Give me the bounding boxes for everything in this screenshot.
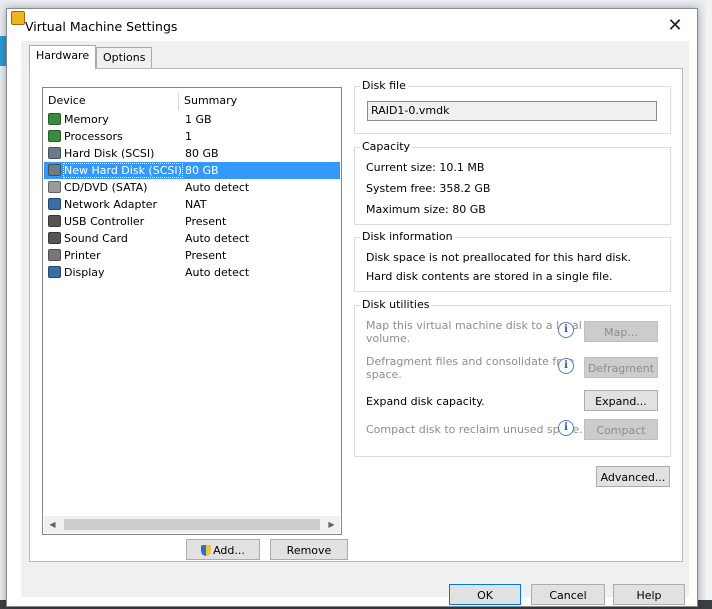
network-adapter-icon	[48, 198, 61, 210]
hard-disk-icon	[48, 164, 61, 176]
device-row[interactable]: Memory 1 GB	[44, 111, 340, 128]
system-free-text: System free: 358.2 GB	[366, 182, 491, 195]
compact-info-icon[interactable]: i	[558, 420, 574, 436]
device-name: Network Adapter	[64, 198, 158, 211]
tab-hardware[interactable]: Hardware	[29, 45, 97, 69]
advanced-button[interactable]: Advanced...	[596, 466, 670, 487]
disk-file-group: Disk file RAID1-0.vmdk	[354, 79, 671, 134]
horizontal-scrollbar[interactable]: ◀ ▶	[44, 516, 340, 533]
scroll-left-icon[interactable]: ◀	[44, 516, 61, 533]
device-summary: Present	[185, 249, 227, 262]
dialog-title: Virtual Machine Settings	[25, 19, 178, 34]
device-row[interactable]: New Hard Disk (SCSI) 80 GB	[44, 162, 340, 179]
device-row[interactable]: CD/DVD (SATA) Auto detect	[44, 179, 340, 196]
device-name: Memory	[64, 113, 109, 126]
device-summary: 1 GB	[185, 113, 212, 126]
device-row[interactable]: Printer Present	[44, 247, 340, 264]
column-header-device[interactable]: Device	[48, 94, 86, 107]
disk-utilities-label: Disk utilities	[360, 298, 432, 311]
memory-icon	[48, 113, 61, 125]
maximum-size-text: Maximum size: 80 GB	[366, 203, 486, 216]
device-name: Processors	[64, 130, 123, 143]
map-info-icon[interactable]: i	[558, 322, 574, 338]
device-summary: 80 GB	[185, 164, 219, 177]
device-summary: Auto detect	[185, 266, 250, 279]
device-name: CD/DVD (SATA)	[64, 181, 148, 194]
defragment-description-line-1: Defragment files and consolidate free	[366, 355, 575, 368]
disk-info-line-1: Disk space is not preallocated for this …	[366, 251, 631, 264]
compact-description: Compact disk to reclaim unused space.	[366, 423, 583, 436]
defragment-button[interactable]: Defragment	[584, 357, 658, 378]
device-summary: Auto detect	[185, 232, 250, 245]
title-bar[interactable]: Virtual Machine Settings ✕	[7, 9, 697, 43]
disk-information-group: Disk information Disk space is not preal…	[354, 230, 671, 292]
dialog-client-area: Hardware Options Device Summary Memory 1 …	[21, 41, 689, 605]
processor-icon	[48, 130, 61, 142]
device-row[interactable]: Hard Disk (SCSI) 80 GB	[44, 145, 340, 162]
scroll-right-icon[interactable]: ▶	[323, 516, 340, 533]
map-button[interactable]: Map...	[584, 321, 658, 342]
hard-disk-icon	[48, 147, 61, 159]
hardware-tab-panel: Device Summary Memory 1 GB Processors 1 Hard…	[29, 68, 683, 562]
capacity-group: Capacity Current size: 10.1 MB System fr…	[354, 140, 671, 225]
device-summary: NAT	[185, 198, 207, 211]
scrollbar-thumb[interactable]	[64, 519, 320, 530]
disk-information-label: Disk information	[360, 230, 455, 243]
device-row[interactable]: Display Auto detect	[44, 264, 340, 281]
ok-button[interactable]: OK	[449, 584, 521, 605]
display-icon	[48, 266, 61, 278]
device-summary: 1	[185, 130, 192, 143]
vm-settings-dialog: Virtual Machine Settings ✕ Hardware Opti…	[6, 8, 698, 607]
device-summary: 80 GB	[185, 147, 219, 160]
device-list[interactable]: Device Summary Memory 1 GB Processors 1 Hard…	[42, 87, 342, 535]
disk-file-field[interactable]: RAID1-0.vmdk	[367, 101, 657, 121]
disk-info-line-2: Hard disk contents are stored in a singl…	[366, 270, 613, 283]
map-description-line-2: volume.	[366, 332, 411, 345]
disk-file-label: Disk file	[360, 79, 408, 92]
help-button[interactable]: Help	[613, 584, 685, 605]
vmware-app-icon	[11, 11, 25, 25]
expand-button[interactable]: Expand...	[584, 390, 658, 411]
cd-dvd-icon	[48, 181, 61, 193]
capacity-label: Capacity	[360, 140, 413, 153]
current-size-text: Current size: 10.1 MB	[366, 161, 485, 174]
disk-utilities-group: Disk utilities Map this virtual machine …	[354, 298, 671, 457]
printer-icon	[48, 249, 61, 261]
add-button-label: Add...	[213, 544, 245, 557]
expand-description: Expand disk capacity.	[366, 395, 485, 408]
device-name: Hard Disk (SCSI)	[64, 147, 155, 160]
compact-button[interactable]: Compact	[584, 419, 658, 440]
uac-shield-icon	[201, 545, 212, 556]
tab-options[interactable]: Options	[96, 47, 153, 68]
add-device-button[interactable]: Add...	[186, 539, 260, 560]
device-row[interactable]: Sound Card Auto detect	[44, 230, 340, 247]
device-name: Printer	[64, 249, 101, 262]
close-icon[interactable]: ✕	[663, 14, 687, 38]
device-summary: Present	[185, 215, 227, 228]
cancel-button[interactable]: Cancel	[531, 584, 605, 605]
background-right-strip	[706, 0, 712, 609]
sound-card-icon	[48, 232, 61, 244]
device-name: Display	[64, 266, 105, 279]
remove-device-button[interactable]: Remove	[270, 539, 348, 560]
defragment-info-icon[interactable]: i	[558, 358, 574, 374]
device-row[interactable]: USB Controller Present	[44, 213, 340, 230]
defragment-description-line-2: space.	[366, 368, 402, 381]
device-row[interactable]: Network Adapter NAT	[44, 196, 340, 213]
column-separator[interactable]	[178, 92, 179, 110]
device-name: Sound Card	[64, 232, 128, 245]
device-summary: Auto detect	[185, 181, 250, 194]
column-header-summary[interactable]: Summary	[184, 94, 237, 107]
device-name: USB Controller	[64, 215, 145, 228]
map-description-line-1: Map this virtual machine disk to a local	[366, 319, 582, 332]
device-row[interactable]: Processors 1	[44, 128, 340, 145]
device-name: New Hard Disk (SCSI)	[63, 163, 183, 178]
usb-controller-icon	[48, 215, 61, 227]
